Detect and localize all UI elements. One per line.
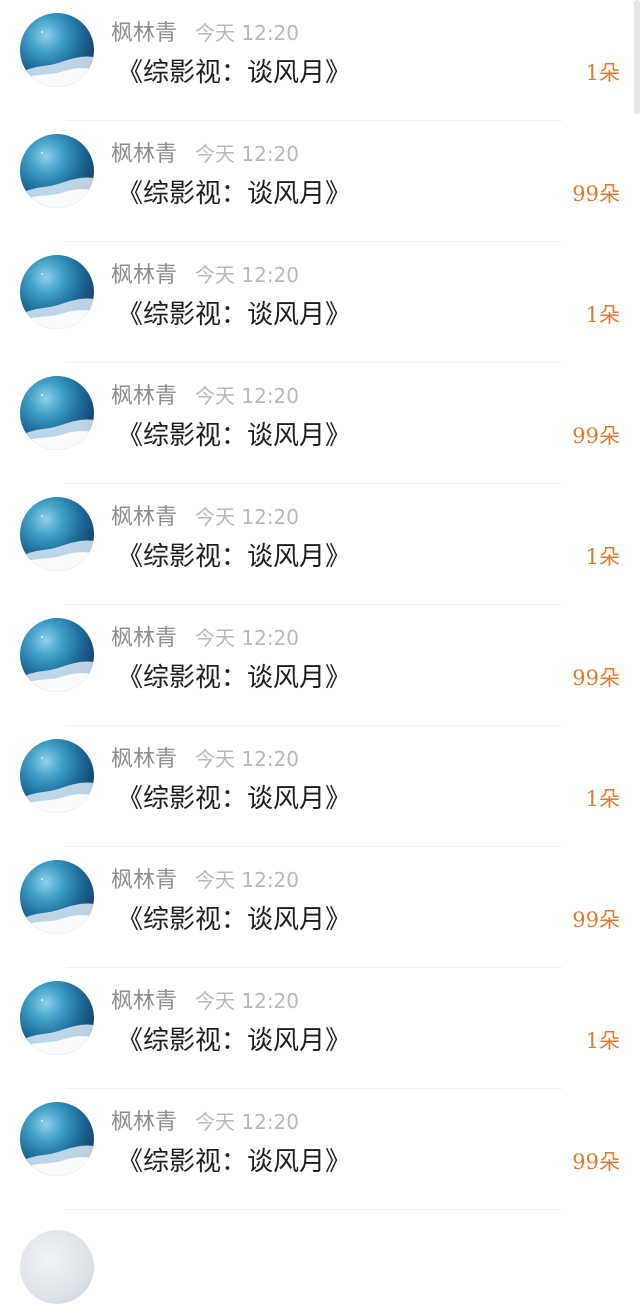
gift-count: 99朵 <box>572 182 620 206</box>
avatar[interactable] <box>20 1230 94 1304</box>
list-item[interactable]: 枫林青 今天 12:20 《综影视：谈风月》 1朵 <box>0 968 640 1089</box>
planet-avatar-icon <box>20 636 94 692</box>
book-title[interactable]: 《综影视：谈风月》 <box>117 661 351 695</box>
item-meta: 枫林青 今天 12:20 <box>111 983 300 1015</box>
avatar[interactable] <box>20 739 94 813</box>
gift-count: 1朵 <box>585 787 620 811</box>
sender-name[interactable]: 枫林青 <box>111 378 177 410</box>
gift-count: 1朵 <box>585 1029 620 1053</box>
gift-count: 1朵 <box>585 61 620 85</box>
sender-name[interactable]: 枫林青 <box>111 620 177 652</box>
item-meta: 枫林青 今天 12:20 <box>111 862 300 894</box>
sender-name[interactable]: 枫林青 <box>111 741 177 773</box>
item-meta: 枫林青 今天 12:20 <box>111 620 300 652</box>
avatar[interactable] <box>20 1102 94 1176</box>
item-meta: 枫林青 今天 12:20 <box>111 257 300 289</box>
book-title[interactable]: 《综影视：谈风月》 <box>117 56 351 90</box>
list-item[interactable]: 枫林青 今天 12:20 《综影视：谈风月》 99朵 <box>0 605 640 726</box>
list-item[interactable]: 枫林青 今天 12:20 《综影视：谈风月》 1朵 <box>0 726 640 847</box>
planet-avatar-icon <box>20 152 94 208</box>
list-item[interactable]: 枫林青 今天 12:20 《综影视：谈风月》 1朵 <box>0 242 640 363</box>
timestamp: 今天 12:20 <box>195 262 300 287</box>
item-meta: 枫林青 今天 12:20 <box>111 741 300 773</box>
book-title[interactable]: 《综影视：谈风月》 <box>117 1145 351 1179</box>
list-item[interactable]: 枫林青 今天 12:20 《综影视：谈风月》 99朵 <box>0 1089 640 1210</box>
list-item[interactable]: 枫林青 今天 12:20 《综影视：谈风月》 1朵 <box>0 0 640 121</box>
item-meta: 枫林青 今天 12:20 <box>111 1104 300 1136</box>
planet-avatar-icon <box>20 394 94 450</box>
sender-name[interactable]: 枫林青 <box>111 862 177 894</box>
book-title[interactable]: 《综影视：谈风月》 <box>117 177 351 211</box>
list-item-partial[interactable] <box>0 1210 640 1304</box>
sender-name[interactable]: 枫林青 <box>111 983 177 1015</box>
planet-avatar-icon <box>20 515 94 571</box>
item-meta: 枫林青 今天 12:20 <box>111 378 300 410</box>
item-meta: 枫林青 今天 12:20 <box>111 15 300 47</box>
item-meta: 枫林青 今天 12:20 <box>111 136 300 168</box>
timestamp: 今天 12:20 <box>195 504 300 529</box>
timestamp: 今天 12:20 <box>195 20 300 45</box>
sender-name[interactable]: 枫林青 <box>111 136 177 168</box>
sender-name[interactable]: 枫林青 <box>111 15 177 47</box>
book-title[interactable]: 《综影视：谈风月》 <box>117 540 351 574</box>
timestamp: 今天 12:20 <box>195 383 300 408</box>
avatar[interactable] <box>20 134 94 208</box>
avatar[interactable] <box>20 981 94 1055</box>
gift-feed-list: 枫林青 今天 12:20 《综影视：谈风月》 1朵 枫林青 今天 12:20 《… <box>0 0 640 1304</box>
gift-count: 99朵 <box>572 666 620 690</box>
planet-avatar-icon <box>20 273 94 329</box>
avatar[interactable] <box>20 860 94 934</box>
avatar[interactable] <box>20 376 94 450</box>
planet-avatar-icon <box>20 757 94 813</box>
timestamp: 今天 12:20 <box>195 141 300 166</box>
timestamp: 今天 12:20 <box>195 746 300 771</box>
list-item[interactable]: 枫林青 今天 12:20 《综影视：谈风月》 99朵 <box>0 121 640 242</box>
timestamp: 今天 12:20 <box>195 988 300 1013</box>
avatar[interactable] <box>20 618 94 692</box>
list-item[interactable]: 枫林青 今天 12:20 《综影视：谈风月》 1朵 <box>0 484 640 605</box>
list-item[interactable]: 枫林青 今天 12:20 《综影视：谈风月》 99朵 <box>0 847 640 968</box>
timestamp: 今天 12:20 <box>195 625 300 650</box>
book-title[interactable]: 《综影视：谈风月》 <box>117 419 351 453</box>
book-title[interactable]: 《综影视：谈风月》 <box>117 1024 351 1058</box>
book-title[interactable]: 《综影视：谈风月》 <box>117 298 351 332</box>
timestamp: 今天 12:20 <box>195 1109 300 1134</box>
timestamp: 今天 12:20 <box>195 867 300 892</box>
gift-count: 99朵 <box>572 908 620 932</box>
gift-count: 1朵 <box>585 545 620 569</box>
book-title[interactable]: 《综影视：谈风月》 <box>117 903 351 937</box>
avatar[interactable] <box>20 497 94 571</box>
list-item[interactable]: 枫林青 今天 12:20 《综影视：谈风月》 99朵 <box>0 363 640 484</box>
planet-avatar-icon <box>20 878 94 934</box>
item-meta: 枫林青 今天 12:20 <box>111 499 300 531</box>
planet-avatar-icon <box>20 31 94 87</box>
sender-name[interactable]: 枫林青 <box>111 257 177 289</box>
sender-name[interactable]: 枫林青 <box>111 1104 177 1136</box>
book-title[interactable]: 《综影视：谈风月》 <box>117 782 351 816</box>
gift-count: 99朵 <box>572 1150 620 1174</box>
planet-avatar-icon <box>20 999 94 1055</box>
gift-count: 1朵 <box>585 303 620 327</box>
gift-count: 99朵 <box>572 424 620 448</box>
avatar[interactable] <box>20 13 94 87</box>
avatar[interactable] <box>20 255 94 329</box>
planet-avatar-icon <box>20 1120 94 1176</box>
sender-name[interactable]: 枫林青 <box>111 499 177 531</box>
